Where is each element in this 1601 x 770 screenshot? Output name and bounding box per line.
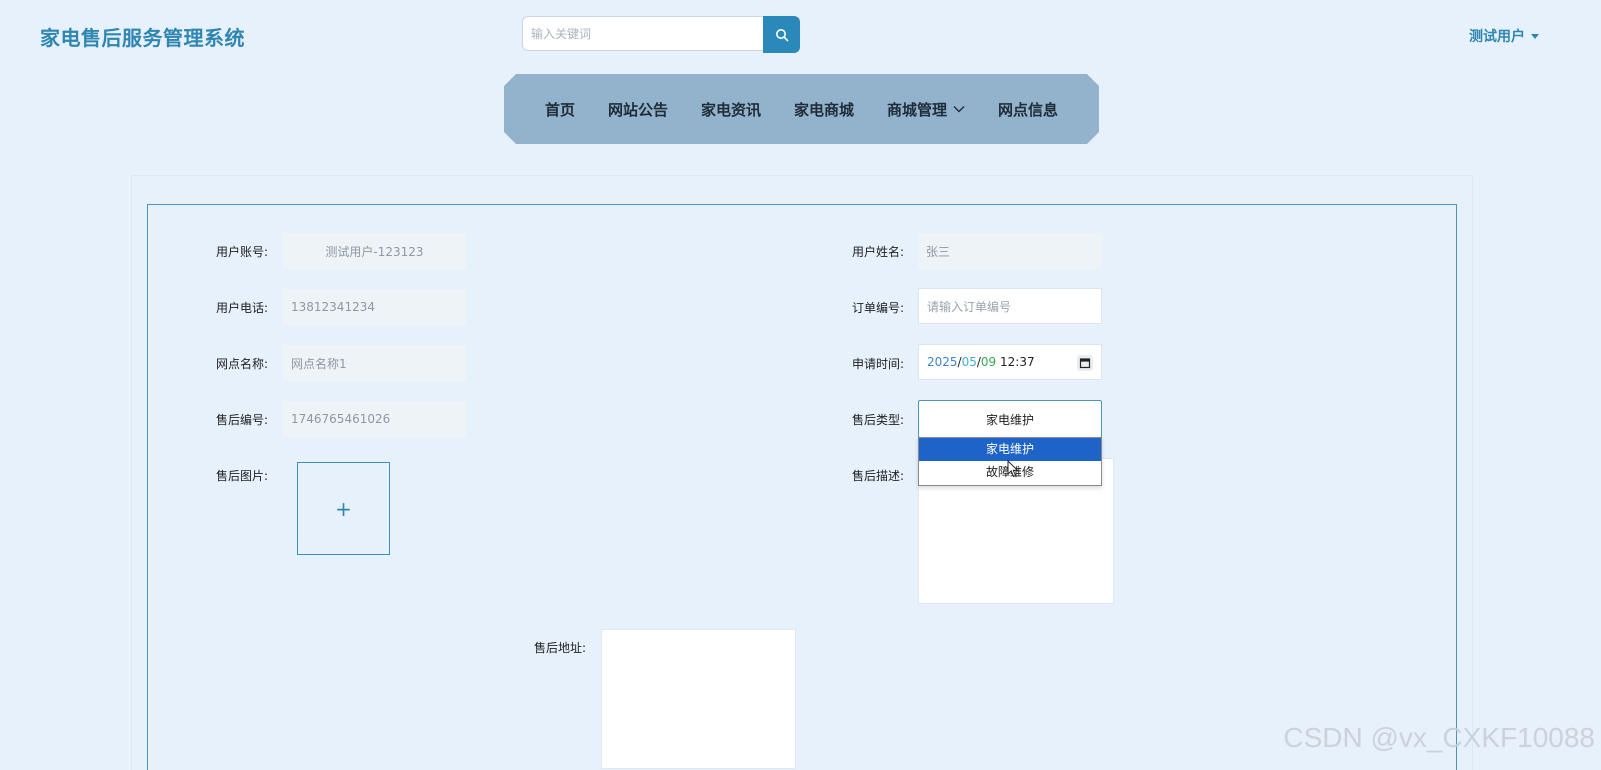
user-account-label: 用户账号: <box>216 245 269 259</box>
service-address-label: 售后地址: <box>534 641 587 655</box>
apply-time-label: 申请时间: <box>852 357 905 371</box>
calendar-icon[interactable] <box>1077 355 1093 371</box>
date-year: 2025 <box>927 355 958 369</box>
service-type-value: 家电维护 <box>985 412 1034 427</box>
nav-item-news[interactable]: 家电资讯 <box>701 99 761 120</box>
user-phone-field[interactable]: 13812341234 <box>283 289 466 325</box>
search-input[interactable] <box>522 16 764 51</box>
site-title: 家电售后服务管理系统 <box>40 26 245 50</box>
service-no-label: 售后编号: <box>216 413 269 427</box>
nav-item-label: 家电资讯 <box>700 100 761 119</box>
service-type-select[interactable]: 家电维护 <box>918 400 1102 438</box>
user-menu[interactable]: 测试用户 <box>1469 26 1539 46</box>
service-image-label: 售后图片: <box>216 469 269 483</box>
image-upload-button[interactable]: + <box>297 462 390 555</box>
chevron-down-icon <box>953 105 965 113</box>
user-name-label: 用户姓名: <box>852 245 905 259</box>
nav-item-label: 网点信息 <box>998 100 1059 119</box>
search-button[interactable] <box>763 16 800 53</box>
nav-item-mall-management[interactable]: 商城管理 <box>887 99 965 120</box>
plus-icon: + <box>335 496 352 521</box>
user-name: 测试用户 <box>1469 29 1525 45</box>
mouse-cursor-icon <box>1007 460 1019 478</box>
nav-item-mall[interactable]: 家电商城 <box>794 99 854 120</box>
nav-item-home[interactable]: 首页 <box>545 99 575 120</box>
nav-item-label: 商城管理 <box>887 100 948 119</box>
user-name-value: 张三 <box>926 244 951 259</box>
watermark: CSDN @vx_CXKF10088 <box>1283 722 1595 753</box>
nav-item-label: 首页 <box>544 100 575 119</box>
dropdown-option[interactable]: 家电维护 <box>919 438 1101 461</box>
service-type-label: 售后类型: <box>852 413 905 427</box>
nav-item-announcements[interactable]: 网站公告 <box>608 99 668 120</box>
nav-item-label: 家电商城 <box>794 100 855 119</box>
order-no-placeholder: 请输入订单编号 <box>927 299 1012 314</box>
outlet-name-field[interactable]: 网点名称1 <box>283 345 466 381</box>
outlet-name-value: 网点名称1 <box>291 356 347 371</box>
apply-time-input[interactable]: 2025/05/09 12:37 <box>918 344 1102 380</box>
service-no-value: 1746765461026 <box>291 412 391 426</box>
user-account-value: 测试用户-123123 <box>325 244 424 259</box>
main-nav: 首页 网站公告 家电资讯 家电商城 商城管理 网点信息 <box>504 74 1099 144</box>
nav-item-label: 网站公告 <box>607 100 668 119</box>
order-no-input[interactable]: 请输入订单编号 <box>918 288 1102 324</box>
service-no-field[interactable]: 1746765461026 <box>283 401 466 437</box>
order-no-label: 订单编号: <box>852 301 905 315</box>
outlet-name-label: 网点名称: <box>216 357 269 371</box>
user-name-field[interactable]: 张三 <box>918 233 1102 269</box>
date-month: 05 <box>961 355 977 369</box>
user-phone-label: 用户电话: <box>216 301 269 315</box>
service-address-textarea[interactable] <box>601 629 796 769</box>
date-day: 09 <box>980 355 997 369</box>
search-bar <box>522 16 800 53</box>
nav-item-outlets[interactable]: 网点信息 <box>998 99 1058 120</box>
user-phone-value: 13812341234 <box>291 300 375 314</box>
date-time: 12:37 <box>1000 355 1035 369</box>
service-desc-label: 售后描述: <box>852 469 905 483</box>
caret-down-icon <box>1531 33 1539 39</box>
user-account-field[interactable]: 测试用户-123123 <box>283 233 466 269</box>
search-icon <box>775 28 788 41</box>
